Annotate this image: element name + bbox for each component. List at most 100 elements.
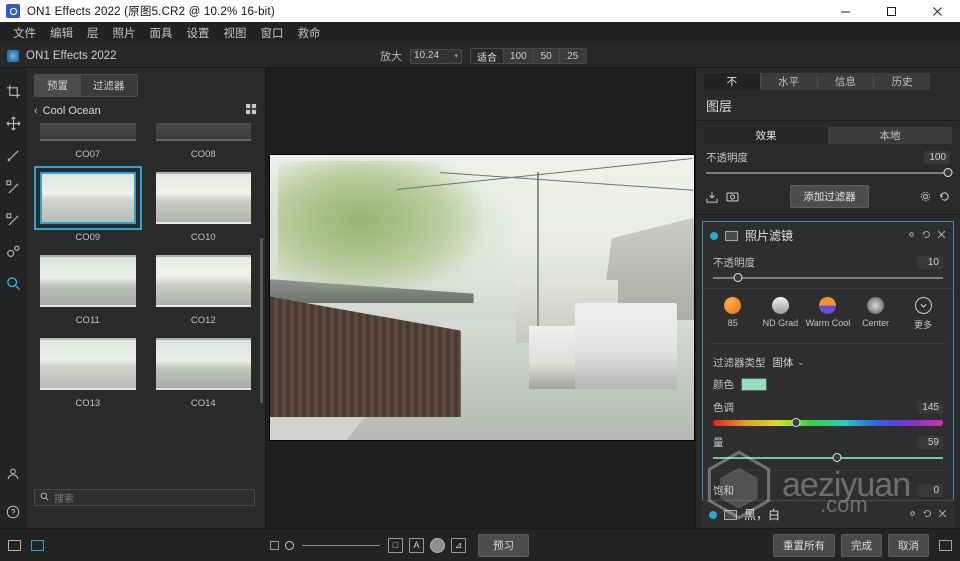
preset-85[interactable]: 85 — [710, 297, 756, 331]
filter-enabled-toggle[interactable] — [709, 510, 717, 519]
list-item[interactable]: CO07 — [34, 123, 142, 166]
preset-warm-cool[interactable]: Warm Cool — [805, 297, 851, 331]
photo-utility-pole — [537, 172, 540, 349]
grid-toggle-icon[interactable] — [31, 539, 44, 551]
tab-level[interactable]: 水平 — [760, 73, 818, 90]
show-text-overlay-button[interactable]: A — [409, 537, 424, 553]
toggle-effect-button[interactable]: ⊿ — [451, 537, 466, 553]
tab-info[interactable]: 信息 — [817, 73, 875, 90]
reset-icon[interactable] — [939, 191, 950, 202]
panel-toggle-icon[interactable] — [939, 539, 952, 551]
tab-presets[interactable]: 预置 — [34, 74, 81, 97]
move-tool-icon[interactable] — [4, 114, 22, 132]
done-button[interactable]: 完成 — [841, 533, 882, 557]
zoom-preset-100[interactable]: 100 — [504, 49, 534, 63]
zoom-tool-icon[interactable] — [4, 274, 22, 292]
reset-icon[interactable] — [923, 509, 932, 521]
search-input[interactable]: 搜索 — [34, 489, 255, 506]
menu-item-view[interactable]: 视图 — [217, 23, 254, 43]
menu-item-layer[interactable]: 层 — [80, 23, 106, 43]
close-button[interactable] — [914, 0, 960, 22]
filter-thumb-icon[interactable] — [725, 230, 738, 241]
tab-history[interactable]: 历史 — [874, 73, 930, 90]
zoom-select[interactable]: 10.24 ▾ — [410, 48, 462, 64]
menu-item-file[interactable]: 文件 — [6, 23, 43, 43]
module-name: ON1 Effects 2022 — [26, 49, 117, 62]
preset-center[interactable]: Center — [853, 297, 899, 331]
chevron-down-icon: ▾ — [454, 53, 458, 60]
brush-size-slider[interactable] — [302, 544, 380, 546]
zoom-preset-fit[interactable]: 适合 — [471, 49, 504, 63]
browser-toggle-icon[interactable] — [8, 539, 21, 551]
tab-filters[interactable]: 过滤器 — [81, 74, 138, 97]
filter-type-dropdown[interactable]: 固体 ⌄ — [773, 355, 805, 370]
segment-effects[interactable]: 效果 — [704, 127, 828, 144]
crop-tool-icon[interactable] — [4, 82, 22, 100]
menu-item-help[interactable]: 救命 — [291, 23, 328, 43]
filter-thumb-icon[interactable] — [724, 509, 737, 520]
reset-all-button[interactable]: 重置所有 — [773, 533, 835, 557]
zoom-preset-50[interactable]: 50 — [534, 49, 560, 63]
preview-button[interactable]: 预习 — [478, 533, 529, 557]
help-icon[interactable] — [4, 503, 22, 521]
list-item[interactable]: CO12 — [150, 249, 258, 332]
add-filter-button[interactable]: 添加过滤器 — [790, 185, 869, 208]
menu-item-edit[interactable]: 编辑 — [43, 23, 80, 43]
preset-nd-grad[interactable]: ND Grad — [757, 297, 803, 331]
preset-more[interactable]: 更多 — [900, 297, 946, 331]
list-item[interactable]: CO11 — [34, 249, 142, 332]
gear-icon[interactable] — [907, 230, 916, 242]
close-icon[interactable] — [937, 230, 946, 242]
slider-handle[interactable] — [733, 273, 743, 282]
list-item-selected[interactable]: CO09 — [34, 166, 142, 249]
filter-color-row: 颜色 — [703, 372, 953, 394]
compare-icon[interactable] — [270, 540, 279, 550]
retouch-brush-tool-icon[interactable] — [4, 146, 22, 164]
canvas-area[interactable] — [266, 68, 695, 528]
preset-swatch-icon — [819, 297, 837, 314]
perfect-brush-tool-icon[interactable] — [4, 178, 22, 196]
close-icon[interactable] — [938, 509, 947, 521]
segment-local[interactable]: 本地 — [828, 127, 952, 144]
zoom-preset-25[interactable]: 25 — [560, 49, 586, 63]
photo-fence — [270, 296, 461, 418]
list-item[interactable]: CO10 — [150, 166, 258, 249]
slider-handle[interactable] — [943, 168, 953, 177]
save-preset-icon[interactable] — [706, 191, 718, 203]
soft-proof-button[interactable] — [430, 537, 445, 553]
search-icon — [40, 492, 49, 504]
slider-handle[interactable] — [791, 418, 801, 427]
list-item[interactable]: CO13 — [34, 332, 142, 415]
thumbnail-scroll-area[interactable]: CO07 CO08 CO09 CO10 CO11 CO12 CO13 CO14 — [26, 123, 265, 523]
menu-item-photo[interactable]: 照片 — [106, 23, 143, 43]
blemish-remover-tool-icon[interactable] — [4, 242, 22, 260]
list-item-label: CO11 — [75, 315, 100, 326]
filter-opacity-slider[interactable] — [713, 272, 943, 284]
filter-enabled-toggle[interactable] — [710, 231, 718, 240]
color-swatch[interactable] — [741, 378, 767, 391]
list-item[interactable]: CO14 — [150, 332, 258, 415]
person-icon[interactable] — [4, 465, 22, 483]
maximize-button[interactable] — [868, 0, 914, 22]
gear-icon[interactable] — [908, 509, 917, 521]
menu-item-settings[interactable]: 设置 — [180, 23, 217, 43]
layer-opacity-slider[interactable] — [706, 167, 953, 179]
browser-scrollbar[interactable] — [260, 238, 263, 403]
masking-brush-tool-icon[interactable] — [4, 210, 22, 228]
minimize-button[interactable] — [822, 0, 868, 22]
menu-item-mask[interactable]: 面具 — [143, 23, 180, 43]
amount-slider[interactable] — [713, 452, 943, 464]
hue-slider[interactable] — [713, 417, 943, 429]
tab-none[interactable]: 不 — [704, 73, 761, 90]
slider-knob[interactable] — [285, 540, 294, 550]
filter-settings-gear-icon[interactable] — [920, 191, 931, 202]
grid-view-icon[interactable] — [246, 104, 257, 118]
snapshot-icon[interactable] — [726, 191, 739, 202]
reset-icon[interactable] — [922, 230, 931, 242]
cancel-button[interactable]: 取消 — [888, 533, 929, 557]
back-chevron-icon[interactable]: ‹ — [34, 105, 38, 117]
menu-item-window[interactable]: 窗口 — [254, 23, 291, 43]
slider-handle[interactable] — [832, 453, 842, 462]
list-item[interactable]: CO08 — [150, 123, 258, 166]
show-mask-button[interactable]: □ — [388, 537, 403, 553]
